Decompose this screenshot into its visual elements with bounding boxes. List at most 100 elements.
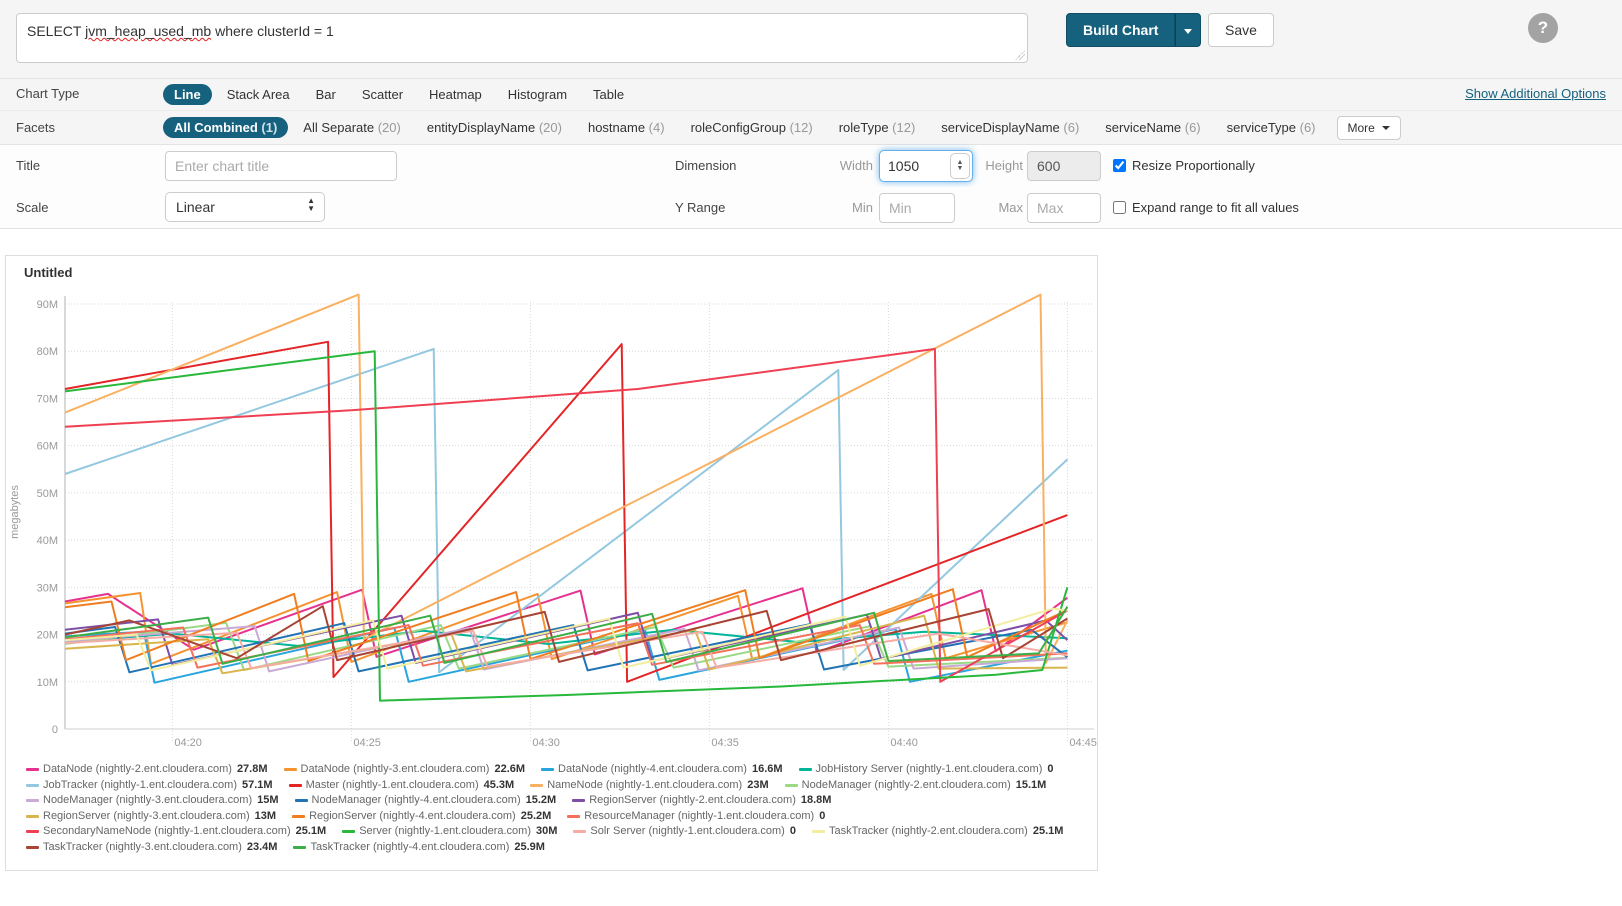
legend-series-value: 15.2M xyxy=(526,793,557,809)
legend-swatch xyxy=(812,830,825,833)
legend-series-value: 25.1M xyxy=(296,824,327,840)
expand-range-option: Expand range to fit all values xyxy=(1113,200,1299,215)
legend-series-name: ResourceManager (nightly-1.ent.cloudera.… xyxy=(584,809,814,825)
legend-item-datanode-nightly-4[interactable]: DataNode (nightly-4.ent.cloudera.com)16.… xyxy=(541,762,783,778)
legend-item-secondarynamenode-nightly-1[interactable]: SecondaryNameNode (nightly-1.ent.clouder… xyxy=(26,824,326,840)
width-input[interactable] xyxy=(882,154,946,178)
chart-type-stack-area[interactable]: Stack Area xyxy=(216,84,301,105)
min-label: Min xyxy=(795,200,873,215)
legend-series-value: 23.4M xyxy=(247,840,278,856)
svg-text:10M: 10M xyxy=(37,677,58,689)
build-chart-button[interactable]: Build Chart xyxy=(1066,13,1175,47)
legend-series-name: SecondaryNameNode (nightly-1.ent.clouder… xyxy=(43,824,291,840)
legend-item-nodemanager-nightly-4[interactable]: NodeManager (nightly-4.ent.cloudera.com)… xyxy=(295,793,557,809)
legend-series-value: 27.8M xyxy=(237,762,268,778)
legend-swatch xyxy=(342,830,355,833)
legend-item-datanode-nightly-3[interactable]: DataNode (nightly-3.ent.cloudera.com)22.… xyxy=(284,762,526,778)
expand-range-checkbox[interactable] xyxy=(1113,201,1126,214)
facets-more-button[interactable]: More xyxy=(1337,116,1402,140)
legend-series-value: 0 xyxy=(790,824,796,840)
legend-swatch xyxy=(26,768,39,771)
facet-pills: All Combined (1)All Separate (20)entityD… xyxy=(163,111,1401,144)
save-button[interactable]: Save xyxy=(1208,13,1274,47)
query-where-text: where clusterId = 1 xyxy=(211,23,334,39)
help-icon[interactable]: ? xyxy=(1528,13,1558,43)
legend-series-name: NodeManager (nightly-2.ent.cloudera.com) xyxy=(802,778,1011,794)
legend-item-tasktracker-nightly-4[interactable]: TaskTracker (nightly-4.ent.cloudera.com)… xyxy=(293,840,544,856)
legend-item-resourcemanager-nightly-1[interactable]: ResourceManager (nightly-1.ent.cloudera.… xyxy=(567,809,825,825)
legend-series-value: 16.6M xyxy=(752,762,783,778)
query-metric-text: jvm_heap_used_mb xyxy=(85,23,211,39)
facet-all-separate[interactable]: All Separate (20) xyxy=(292,117,412,138)
chart-type-scatter[interactable]: Scatter xyxy=(351,84,414,105)
facet-servicetype[interactable]: serviceType (6) xyxy=(1216,117,1327,138)
legend-swatch xyxy=(292,815,305,818)
legend-item-tasktracker-nightly-3[interactable]: TaskTracker (nightly-3.ent.cloudera.com)… xyxy=(26,840,277,856)
series-line-master-nightly-1 xyxy=(65,342,1067,682)
textarea-resize-handle[interactable] xyxy=(1015,50,1025,60)
scale-yrange-row: Scale Linear ▲▼ Y Range Min Max Expand r… xyxy=(0,187,1622,229)
legend-series-value: 45.3M xyxy=(484,778,515,794)
legend-series-name: NodeManager (nightly-3.ent.cloudera.com) xyxy=(43,793,252,809)
legend-item-regionserver-nightly-2[interactable]: RegionServer (nightly-2.ent.cloudera.com… xyxy=(572,793,831,809)
legend-swatch xyxy=(530,784,543,787)
svg-text:60M: 60M xyxy=(37,441,58,453)
facet-servicedisplayname[interactable]: serviceDisplayName (6) xyxy=(930,117,1090,138)
legend-item-regionserver-nightly-3[interactable]: RegionServer (nightly-3.ent.cloudera.com… xyxy=(26,809,276,825)
legend-item-tasktracker-nightly-2[interactable]: TaskTracker (nightly-2.ent.cloudera.com)… xyxy=(812,824,1063,840)
scale-select[interactable]: Linear ▲▼ xyxy=(165,192,325,222)
legend-item-namenode-nightly-1[interactable]: NameNode (nightly-1.ent.cloudera.com)23M xyxy=(530,778,768,794)
y-min-input[interactable] xyxy=(879,193,955,223)
legend-item-regionserver-nightly-4[interactable]: RegionServer (nightly-4.ent.cloudera.com… xyxy=(292,809,551,825)
legend-series-value: 13M xyxy=(255,809,276,825)
chart-type-bar[interactable]: Bar xyxy=(305,84,347,105)
legend-item-master-nightly-1[interactable]: Master (nightly-1.ent.cloudera.com)45.3M xyxy=(289,778,515,794)
legend-item-solr-server-nightly-1[interactable]: Solr Server (nightly-1.ent.cloudera.com)… xyxy=(573,824,796,840)
facet-all-combined[interactable]: All Combined (1) xyxy=(163,117,288,138)
height-input xyxy=(1027,151,1101,181)
chart-title-input[interactable] xyxy=(165,151,397,181)
svg-text:04:45: 04:45 xyxy=(1069,737,1097,749)
chart-type-line[interactable]: Line xyxy=(163,84,212,105)
legend-series-value: 0 xyxy=(819,809,825,825)
build-chart-dropdown-button[interactable] xyxy=(1175,13,1201,47)
show-additional-options-link[interactable]: Show Additional Options xyxy=(1465,86,1606,101)
legend-item-nodemanager-nightly-3[interactable]: NodeManager (nightly-3.ent.cloudera.com)… xyxy=(26,793,279,809)
svg-text:90M: 90M xyxy=(37,299,58,311)
legend-item-server-nightly-1[interactable]: Server (nightly-1.ent.cloudera.com)30M xyxy=(342,824,557,840)
legend-item-datanode-nightly-2[interactable]: DataNode (nightly-2.ent.cloudera.com)27.… xyxy=(26,762,268,778)
facet-hostname[interactable]: hostname (4) xyxy=(577,117,676,138)
legend-series-value: 25.2M xyxy=(521,809,552,825)
legend-swatch xyxy=(295,799,308,802)
series-line-namenode-nightly-1 xyxy=(65,295,1067,663)
resize-proportionally-checkbox[interactable] xyxy=(1113,159,1126,172)
legend-item-nodemanager-nightly-2[interactable]: NodeManager (nightly-2.ent.cloudera.com)… xyxy=(785,778,1047,794)
chart-type-table[interactable]: Table xyxy=(582,84,635,105)
query-panel: SELECT jvm_heap_used_mb where clusterId … xyxy=(0,0,1622,79)
legend-series-value: 25.1M xyxy=(1033,824,1064,840)
legend-swatch xyxy=(541,768,554,771)
expand-range-label: Expand range to fit all values xyxy=(1132,200,1299,215)
chart-type-histogram[interactable]: Histogram xyxy=(497,84,578,105)
resize-proportionally-label: Resize Proportionally xyxy=(1132,158,1255,173)
tsquery-input[interactable]: SELECT jvm_heap_used_mb where clusterId … xyxy=(16,13,1028,63)
facet-entitydisplayname[interactable]: entityDisplayName (20) xyxy=(416,117,573,138)
facet-roletype[interactable]: roleType (12) xyxy=(828,117,927,138)
scale-label: Scale xyxy=(16,200,49,215)
legend-swatch xyxy=(573,830,586,833)
legend-item-jobtracker-nightly-1[interactable]: JobTracker (nightly-1.ent.cloudera.com)5… xyxy=(26,778,273,794)
chart-type-heatmap[interactable]: Heatmap xyxy=(418,84,493,105)
legend-series-name: RegionServer (nightly-2.ent.cloudera.com… xyxy=(589,793,796,809)
y-max-input[interactable] xyxy=(1027,193,1101,223)
legend-item-jobhistory-server-nightly-1[interactable]: JobHistory Server (nightly-1.ent.clouder… xyxy=(799,762,1054,778)
legend-series-name: JobTracker (nightly-1.ent.cloudera.com) xyxy=(43,778,237,794)
title-label: Title xyxy=(16,158,40,173)
legend-series-value: 25.9M xyxy=(514,840,545,856)
svg-text:70M: 70M xyxy=(37,393,58,405)
facet-servicename[interactable]: serviceName (6) xyxy=(1094,117,1211,138)
legend-series-name: DataNode (nightly-3.ent.cloudera.com) xyxy=(301,762,490,778)
legend-swatch xyxy=(289,784,302,787)
facet-roleconfiggroup[interactable]: roleConfigGroup (12) xyxy=(680,117,824,138)
build-chart-button-group: Build Chart xyxy=(1066,13,1201,47)
chart-preview-title: Untitled xyxy=(6,256,1097,280)
